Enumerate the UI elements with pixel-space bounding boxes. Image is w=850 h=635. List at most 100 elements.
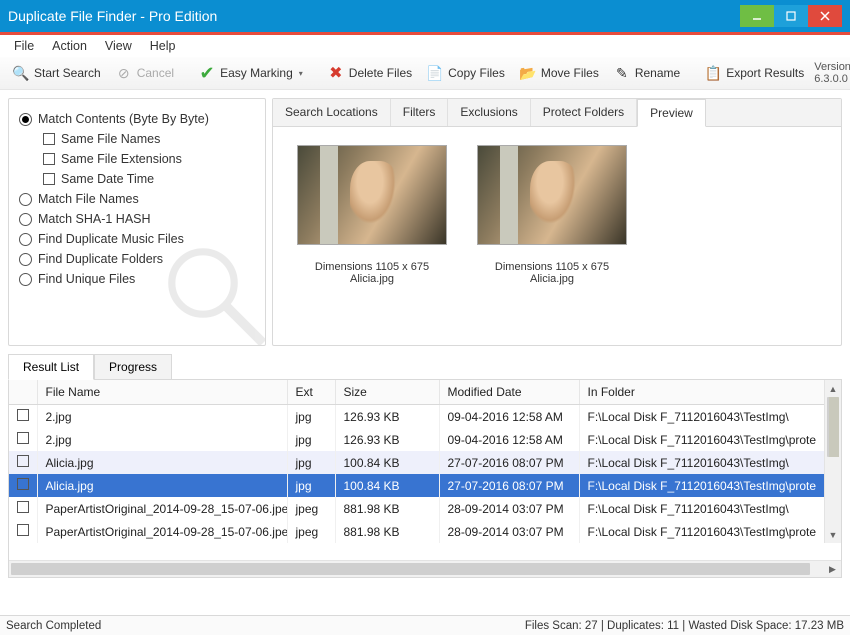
- checkbox-icon: [17, 432, 29, 444]
- scroll-thumb-horizontal[interactable]: [11, 563, 810, 575]
- option-same-file-names[interactable]: Same File Names: [43, 129, 255, 149]
- cell-date: 27-07-2016 08:07 PM: [439, 451, 579, 474]
- table-row[interactable]: PaperArtistOriginal_2014-09-28_15-07-06.…: [9, 497, 841, 520]
- table-row[interactable]: Alicia.jpgjpg100.84 KB27-07-2016 08:07 P…: [9, 451, 841, 474]
- version-label: Version 6.3.0.0: [814, 61, 850, 85]
- option-same-date-time[interactable]: Same Date Time: [43, 169, 255, 189]
- menu-bar: File Action View Help: [0, 35, 850, 57]
- radio-icon: [19, 273, 32, 286]
- scroll-up-icon[interactable]: ▲: [825, 380, 841, 397]
- preview-item[interactable]: Dimensions 1105 x 675 Alicia.jpg: [477, 145, 627, 285]
- window-title: Duplicate File Finder - Pro Edition: [8, 8, 740, 24]
- option-same-file-extensions[interactable]: Same File Extensions: [43, 149, 255, 169]
- scroll-right-icon[interactable]: ▶: [824, 561, 841, 578]
- menu-action[interactable]: Action: [52, 39, 87, 53]
- checkbox-icon: [43, 133, 55, 145]
- copy-files-button[interactable]: 📄 Copy Files: [422, 62, 509, 84]
- table-row[interactable]: 2.jpgjpg126.93 KB09-04-2016 12:58 AMF:\L…: [9, 428, 841, 451]
- cell-folder: F:\Local Disk F_7112016043\TestImg\: [579, 405, 841, 429]
- preview-dimensions: Dimensions 1105 x 675: [297, 261, 447, 273]
- preview-item[interactable]: Dimensions 1105 x 675 Alicia.jpg: [297, 145, 447, 285]
- column-folder[interactable]: In Folder: [579, 380, 841, 405]
- row-checkbox-cell[interactable]: [9, 428, 37, 451]
- option-label: Find Unique Files: [38, 272, 135, 286]
- cell-file-name: Alicia.jpg: [37, 451, 287, 474]
- menu-help[interactable]: Help: [150, 39, 176, 53]
- cancel-icon: ⊘: [115, 64, 133, 82]
- preview-filename: Alicia.jpg: [477, 273, 627, 285]
- menu-file[interactable]: File: [14, 39, 34, 53]
- vertical-scrollbar[interactable]: ▲ ▼: [824, 380, 841, 543]
- export-results-button[interactable]: 📋 Export Results: [700, 62, 808, 84]
- column-file-name[interactable]: File Name: [37, 380, 287, 405]
- delete-files-button[interactable]: ✖ Delete Files: [323, 62, 416, 84]
- maximize-button[interactable]: [774, 5, 808, 27]
- option-match-contents[interactable]: Match Contents (Byte By Byte): [19, 109, 255, 129]
- easy-marking-button[interactable]: ✔ Easy Marking ▾: [194, 62, 307, 84]
- option-label: Find Duplicate Folders: [38, 252, 163, 266]
- tab-progress[interactable]: Progress: [94, 354, 172, 380]
- radio-icon: [19, 213, 32, 226]
- option-match-sha1[interactable]: Match SHA-1 HASH: [19, 209, 255, 229]
- menu-view[interactable]: View: [105, 39, 132, 53]
- option-label: Same File Extensions: [61, 152, 182, 166]
- toolbar: 🔍 Start Search ⊘ Cancel ✔ Easy Marking ▾…: [0, 57, 850, 90]
- start-search-button[interactable]: 🔍 Start Search: [8, 62, 105, 84]
- cell-date: 28-09-2014 03:07 PM: [439, 520, 579, 543]
- cell-folder: F:\Local Disk F_7112016043\TestImg\: [579, 451, 841, 474]
- cell-date: 27-07-2016 08:07 PM: [439, 474, 579, 497]
- move-icon: 📂: [519, 64, 537, 82]
- checkbox-icon: [43, 153, 55, 165]
- thumbnail-image: [297, 145, 447, 245]
- row-checkbox-cell[interactable]: [9, 497, 37, 520]
- cancel-button[interactable]: ⊘ Cancel: [111, 62, 178, 84]
- toolbar-label: Delete Files: [349, 66, 412, 80]
- scroll-thumb[interactable]: [827, 397, 839, 457]
- tab-filters[interactable]: Filters: [391, 99, 449, 126]
- preview-body: Dimensions 1105 x 675 Alicia.jpg Dimensi…: [273, 127, 841, 345]
- table-row[interactable]: Alicia.jpgjpg100.84 KB27-07-2016 08:07 P…: [9, 474, 841, 497]
- cell-ext: jpg: [287, 451, 335, 474]
- move-files-button[interactable]: 📂 Move Files: [515, 62, 603, 84]
- minimize-button[interactable]: [740, 5, 774, 27]
- option-match-file-names[interactable]: Match File Names: [19, 189, 255, 209]
- checkbox-icon: [17, 478, 29, 490]
- title-bar: Duplicate File Finder - Pro Edition: [0, 0, 850, 32]
- tab-search-locations[interactable]: Search Locations: [273, 99, 391, 126]
- status-right: Files Scan: 27 | Duplicates: 11 | Wasted…: [525, 620, 844, 632]
- tab-exclusions[interactable]: Exclusions: [448, 99, 530, 126]
- check-icon: ✔: [198, 64, 216, 82]
- cell-date: 09-04-2016 12:58 AM: [439, 405, 579, 429]
- column-ext[interactable]: Ext: [287, 380, 335, 405]
- column-checkbox[interactable]: [9, 380, 37, 405]
- tab-protect-folders[interactable]: Protect Folders: [531, 99, 637, 126]
- cell-size: 126.93 KB: [335, 428, 439, 451]
- checkbox-icon: [17, 524, 29, 536]
- close-button[interactable]: [808, 5, 842, 27]
- cell-size: 881.98 KB: [335, 520, 439, 543]
- toolbar-label: Copy Files: [448, 66, 505, 80]
- cell-size: 100.84 KB: [335, 451, 439, 474]
- cell-date: 09-04-2016 12:58 AM: [439, 428, 579, 451]
- rename-button[interactable]: ✎ Rename: [609, 62, 684, 84]
- horizontal-scrollbar[interactable]: ◀ ▶: [9, 560, 841, 577]
- tab-preview[interactable]: Preview: [637, 99, 706, 127]
- row-checkbox-cell[interactable]: [9, 405, 37, 429]
- option-label: Same Date Time: [61, 172, 154, 186]
- cell-size: 881.98 KB: [335, 497, 439, 520]
- column-modified[interactable]: Modified Date: [439, 380, 579, 405]
- column-size[interactable]: Size: [335, 380, 439, 405]
- tab-result-list[interactable]: Result List: [8, 354, 94, 380]
- cell-folder: F:\Local Disk F_7112016043\TestImg\: [579, 497, 841, 520]
- scroll-down-icon[interactable]: ▼: [825, 526, 841, 543]
- row-checkbox-cell[interactable]: [9, 474, 37, 497]
- row-checkbox-cell[interactable]: [9, 520, 37, 543]
- option-label: Match Contents (Byte By Byte): [38, 112, 209, 126]
- table-row[interactable]: 2.jpgjpg126.93 KB09-04-2016 12:58 AMF:\L…: [9, 405, 841, 429]
- results-grid: File Name Ext Size Modified Date In Fold…: [8, 379, 842, 578]
- chevron-down-icon: ▾: [299, 69, 303, 78]
- main-row: Match Contents (Byte By Byte) Same File …: [0, 90, 850, 354]
- table-row[interactable]: PaperArtistOriginal_2014-09-28_15-07-06.…: [9, 520, 841, 543]
- toolbar-label: Cancel: [137, 66, 174, 80]
- row-checkbox-cell[interactable]: [9, 451, 37, 474]
